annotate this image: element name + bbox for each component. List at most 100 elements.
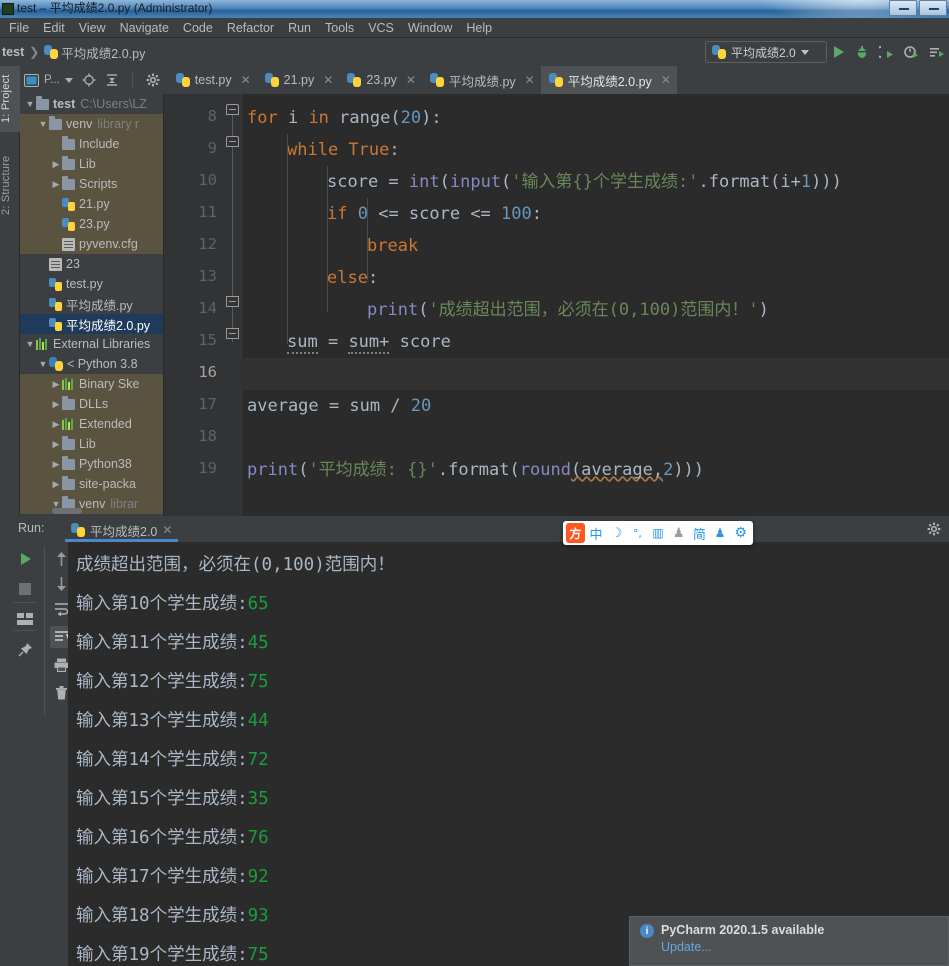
menu-item-view[interactable]: View <box>72 19 113 37</box>
chevron-right-icon[interactable]: ▶ <box>50 159 62 170</box>
code-line[interactable]: average = sum / 20 <box>247 390 431 422</box>
chevron-right-icon[interactable]: ▶ <box>50 459 62 470</box>
ime-toolbar[interactable]: 方 中 ☽ °, ▥ ♟ 简 ♟ ⚙ <box>563 521 753 545</box>
code-editor[interactable]: 8 9 10 11 12 13 14 15 16 17 18 19 for i in range(20… <box>164 94 949 516</box>
chevron-down-icon[interactable]: ▼ <box>37 119 49 129</box>
run-toolbar[interactable] <box>831 41 945 63</box>
project-tree-panel[interactable]: ▼ test C:\Users\LZ ▼ venv library r Include ▶ Li… <box>20 94 164 516</box>
run-configuration-selector[interactable]: 平均成绩2.0 <box>705 41 827 63</box>
fold-marker-line8[interactable] <box>226 104 239 115</box>
chevron-right-icon[interactable]: ▶ <box>50 419 62 430</box>
menu-item-code[interactable]: Code <box>176 19 220 37</box>
tree-node[interactable]: ▼ venv library r <box>20 114 163 134</box>
menu-item-refactor[interactable]: Refactor <box>220 19 281 37</box>
skin-icon[interactable]: ♟ <box>711 523 730 543</box>
console-output[interactable]: 成绩超出范围，必须在(0,100)范围内！ 输入第10个学生成绩:65 输入第11个… <box>68 542 949 966</box>
editor-gutter[interactable]: 8 9 10 11 12 13 14 15 16 17 18 19 <box>164 94 225 516</box>
tree-node[interactable]: ▶ Lib <box>20 434 163 454</box>
user-icon[interactable]: ♟ <box>669 523 688 543</box>
code-content[interactable]: for i in range(20): while True: score = in… <box>241 94 949 516</box>
chevron-right-icon[interactable]: ▶ <box>50 379 62 390</box>
run-coverage-icon[interactable] <box>879 45 894 59</box>
menu-item-file[interactable]: File <box>2 19 36 37</box>
tree-node[interactable]: ▶ Binary Ske <box>20 374 163 394</box>
stop-icon[interactable] <box>14 578 36 600</box>
debug-icon[interactable] <box>855 45 869 59</box>
code-line[interactable]: score = int(input('输入第{}个学生成绩:'.format(i… <box>327 166 842 198</box>
tree-node[interactable]: ▶ site-packa <box>20 474 163 494</box>
update-notification[interactable]: i PyCharm 2020.1.5 available Update... <box>629 916 949 966</box>
settings-icon[interactable]: ⚙ <box>731 523 750 543</box>
target-icon[interactable] <box>82 73 96 87</box>
fold-marker-line14[interactable] <box>226 296 239 307</box>
close-icon[interactable]: ✕ <box>525 73 535 87</box>
profile-icon[interactable] <box>904 45 919 59</box>
project-scope-label[interactable]: P... <box>44 74 60 86</box>
close-icon[interactable]: ✕ <box>661 73 671 87</box>
maximize-button[interactable] <box>919 0 947 16</box>
tree-node[interactable]: ▶ Scripts <box>20 174 163 194</box>
menu-bar[interactable]: File Edit View Navigate Code Refactor Run Tools… <box>0 18 949 38</box>
menu-item-tools[interactable]: Tools <box>318 19 361 37</box>
minimize-button[interactable] <box>889 0 917 16</box>
tree-node[interactable]: 23.py <box>20 214 163 234</box>
tree-node[interactable]: ▼ test C:\Users\LZ <box>20 94 163 114</box>
breadcrumb-file[interactable]: 平均成绩2.0.py <box>61 43 145 62</box>
code-line[interactable]: while True: <box>287 134 400 166</box>
run-tab[interactable]: 平均成绩2.0 ✕ <box>65 518 179 542</box>
pin-tab-icon[interactable] <box>14 638 36 660</box>
notification-update-link[interactable]: Update... <box>661 940 938 954</box>
project-view-toolbar[interactable]: P... <box>20 66 168 94</box>
menu-item-run[interactable]: Run <box>281 19 318 37</box>
gear-icon[interactable] <box>146 73 160 87</box>
tree-node[interactable]: ▶ Extended <box>20 414 163 434</box>
editor-tab-3[interactable]: 平均成绩.py ✕ <box>422 66 541 94</box>
fold-marker-line9[interactable] <box>226 136 239 147</box>
close-icon[interactable]: ✕ <box>406 73 416 87</box>
fold-marker-line15[interactable] <box>226 328 239 339</box>
punctuation-icon[interactable]: °, <box>628 523 647 543</box>
tree-node[interactable]: ▶ DLLs <box>20 394 163 414</box>
tree-node[interactable]: test.py <box>20 274 163 294</box>
editor-tab-strip[interactable]: P... test.py ✕ 21.py ✕ 23.py ✕ 平均成绩.py ✕… <box>20 66 949 94</box>
sidebar-item-project[interactable]: 1: Project <box>0 66 20 132</box>
breadcrumb-project[interactable]: test <box>2 45 24 59</box>
tree-node[interactable]: 21.py <box>20 194 163 214</box>
editor-fold-column[interactable] <box>225 94 241 516</box>
tree-node[interactable]: 平均成绩.py <box>20 294 163 314</box>
tree-node[interactable]: 平均成绩2.0.py <box>20 314 163 334</box>
code-line[interactable]: sum = sum+ score <box>287 326 451 358</box>
code-line[interactable]: break <box>367 230 418 262</box>
tree-node[interactable]: ▼ External Libraries <box>20 334 163 354</box>
code-line[interactable]: print('平均成绩: {}'.format(round(average,2)… <box>247 454 704 486</box>
editor-tab-4[interactable]: 平均成绩2.0.py ✕ <box>540 66 677 94</box>
tree-node[interactable]: ▶ Lib <box>20 154 163 174</box>
restore-layout-icon[interactable] <box>14 608 36 630</box>
menu-item-navigate[interactable]: Navigate <box>113 19 176 37</box>
collapse-all-icon[interactable] <box>105 73 119 87</box>
chevron-down-icon[interactable]: ▼ <box>37 359 49 369</box>
menu-item-edit[interactable]: Edit <box>36 19 72 37</box>
chevron-right-icon[interactable]: ▶ <box>50 479 62 490</box>
code-line[interactable]: else: <box>327 262 378 294</box>
chevron-down-icon[interactable]: ▼ <box>24 99 36 109</box>
gear-icon[interactable] <box>927 522 941 536</box>
tree-node[interactable]: ▼ venv librar <box>20 494 163 514</box>
menu-item-help[interactable]: Help <box>459 19 499 37</box>
menu-item-vcs[interactable]: VCS <box>361 19 401 37</box>
simplified-icon[interactable]: 简 <box>690 523 709 543</box>
chevron-down-icon[interactable]: ▼ <box>24 339 36 349</box>
chevron-down-icon[interactable] <box>64 77 73 83</box>
tree-node[interactable]: ▼ < Python 3.8 <box>20 354 163 374</box>
code-line[interactable]: for i in range(20): <box>247 102 442 134</box>
sidebar-item-structure[interactable]: 2: Structure <box>0 146 20 224</box>
run-with-console-icon[interactable] <box>929 45 945 59</box>
keyboard-icon[interactable]: ▥ <box>649 523 668 543</box>
project-tree[interactable]: ▼ test C:\Users\LZ ▼ venv library r Include ▶ Li… <box>20 94 163 514</box>
editor-tab-1[interactable]: 21.py ✕ <box>257 66 340 94</box>
code-line[interactable]: if 0 <= score <= 100: <box>327 198 542 230</box>
chevron-right-icon[interactable]: ▶ <box>50 179 62 190</box>
chevron-right-icon[interactable]: ▶ <box>50 399 62 410</box>
chinese-mode-icon[interactable]: 中 <box>587 523 606 543</box>
code-line[interactable]: print('成绩超出范围，必须在(0,100)范围内！') <box>367 294 769 326</box>
